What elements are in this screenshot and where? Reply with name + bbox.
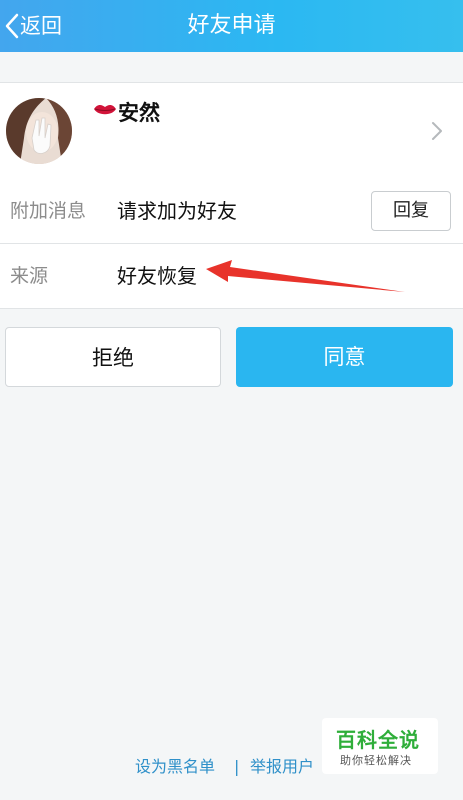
red-arrow-annotation: [206, 260, 405, 292]
source-value: 好友恢复: [117, 264, 197, 288]
report-link[interactable]: 举报用户: [250, 752, 314, 782]
avatar: [6, 98, 72, 164]
message-value: 请求加为好友: [117, 199, 237, 223]
accept-button[interactable]: 同意: [236, 327, 453, 387]
profile-card[interactable]: 安然: [0, 82, 463, 180]
message-row: 附加消息 请求加为好友 回复: [0, 179, 463, 244]
message-label: 附加消息: [10, 200, 87, 222]
footer-separator: |: [234, 757, 240, 776]
watermark-logo: 百科全说 助你轻松解决: [322, 718, 438, 774]
page-title: 好友申请: [187, 13, 276, 38]
reject-button[interactable]: 拒绝: [5, 327, 221, 387]
profile-name: 安然: [118, 101, 160, 125]
watermark-subtitle: 助你轻松解决: [340, 754, 412, 767]
blacklist-link[interactable]: 设为黑名单: [135, 752, 215, 782]
lips-icon: [94, 105, 116, 115]
title-bar: 返回 好友申请: [0, 0, 463, 52]
reply-button[interactable]: 回复: [371, 191, 451, 231]
chevron-right-icon: [432, 122, 442, 140]
source-label: 来源: [10, 265, 49, 287]
watermark-title: 百科全说: [336, 728, 420, 752]
